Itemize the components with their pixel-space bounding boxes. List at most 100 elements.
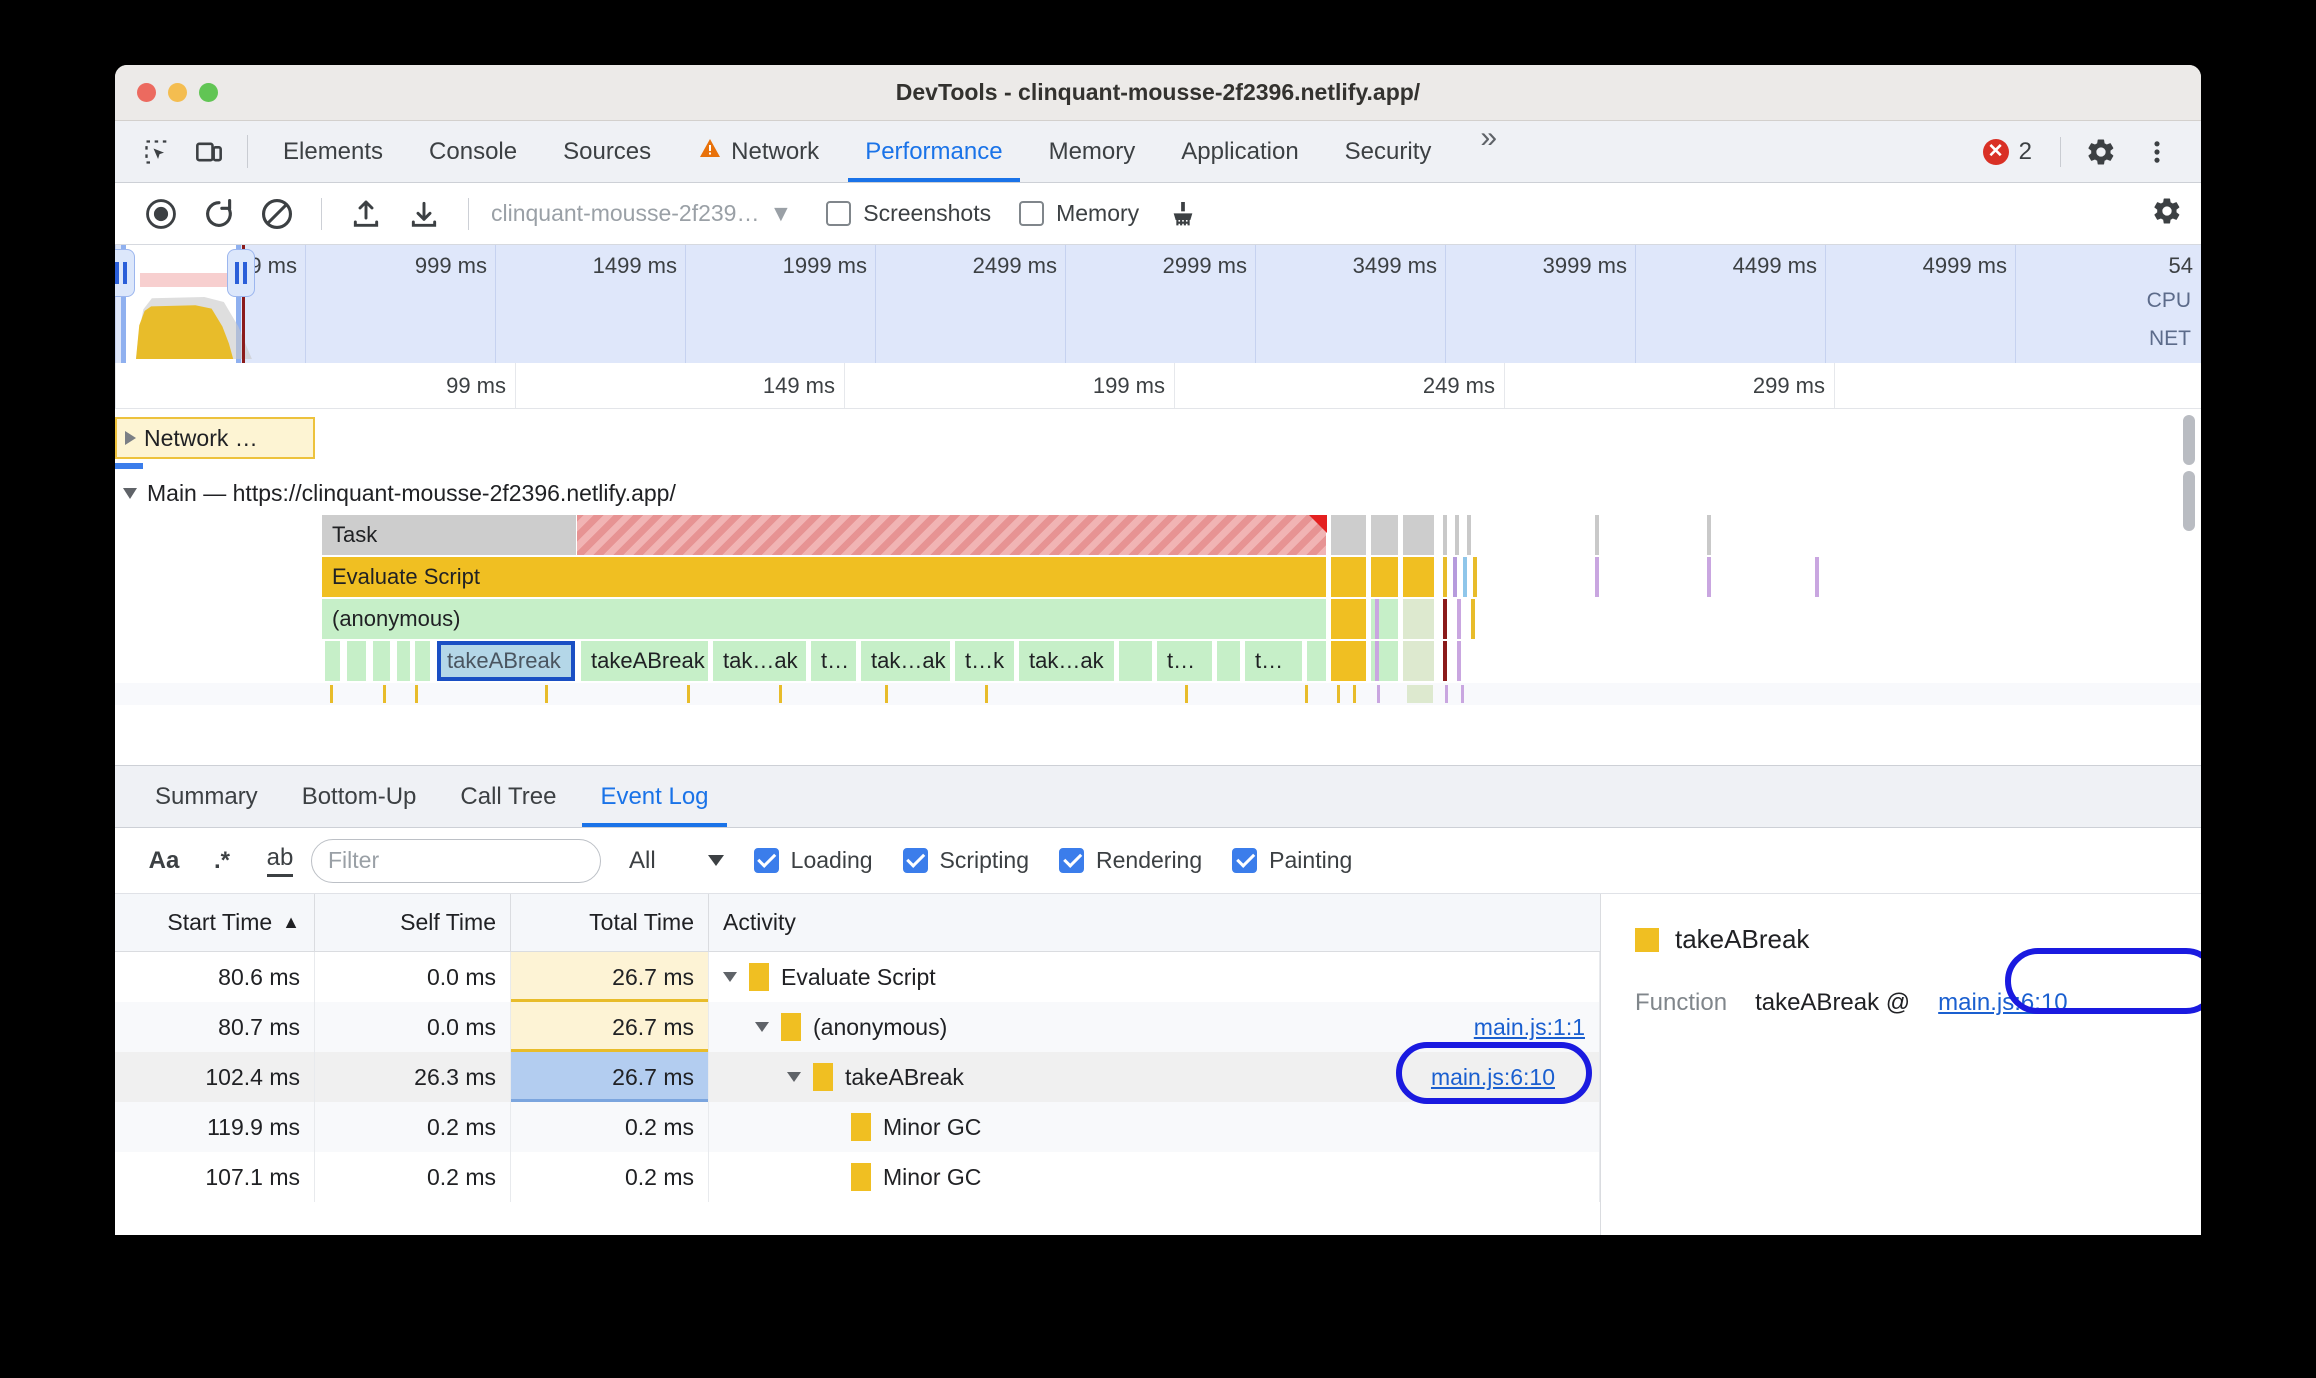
tab-elements[interactable]: Elements <box>260 121 406 182</box>
loading-checkbox[interactable]: Loading <box>753 847 873 874</box>
flame-block[interactable] <box>1331 599 1367 639</box>
tab-label: Security <box>1344 137 1432 165</box>
tab-label: Sources <box>563 137 652 165</box>
flame-block[interactable]: Evaluate Script <box>322 557 1327 597</box>
table-header: Start Time ▲ Self Time Total Time Activi… <box>115 894 1600 952</box>
flame-block[interactable]: Task <box>322 515 577 555</box>
tab-application[interactable]: Application <box>1158 121 1321 182</box>
tab-call-tree[interactable]: Call Tree <box>438 766 578 827</box>
table-row[interactable]: 80.7 ms 0.0 ms 26.7 ms (anonymous) main.… <box>115 1002 1600 1052</box>
network-track-header[interactable]: Network … <box>115 417 315 459</box>
selection-handle-right[interactable] <box>227 249 255 297</box>
column-header-total-time[interactable]: Total Time <box>511 894 709 951</box>
table-row[interactable]: 119.9 ms 0.2 ms 0.2 ms Minor GC <box>115 1102 1600 1152</box>
memory-checkbox[interactable]: Memory <box>1019 200 1139 227</box>
flame-block[interactable]: takeABreak <box>581 641 709 681</box>
flame-block[interactable] <box>325 641 341 681</box>
chevron-down-icon[interactable] <box>787 1072 801 1082</box>
flame-block[interactable] <box>1403 641 1435 681</box>
tab-console[interactable]: Console <box>406 121 540 182</box>
flame-block[interactable] <box>1403 599 1435 639</box>
chevron-down-icon[interactable] <box>755 1022 769 1032</box>
flame-block[interactable] <box>1371 515 1399 555</box>
gear-icon[interactable] <box>2075 126 2127 178</box>
more-tabs-icon[interactable]: » <box>1454 121 1519 182</box>
flame-block-selected-takeabreak[interactable]: takeABreak <box>437 641 575 681</box>
tab-event-log[interactable]: Event Log <box>578 766 730 827</box>
clear-recording-button[interactable] <box>249 186 305 242</box>
main-track-header[interactable]: Main — https://clinquant-mousse-2f2396.n… <box>115 463 2201 515</box>
flame-block[interactable]: tak…ak <box>713 641 807 681</box>
flame-block[interactable]: (anonymous) <box>322 599 1327 639</box>
error-count-badge[interactable]: ✕ 2 <box>1969 138 2046 166</box>
flame-block[interactable] <box>1403 515 1435 555</box>
flame-chart[interactable]: Network … Main — https://clinquant-mouss… <box>115 409 2201 765</box>
whole-word-icon[interactable]: ab <box>253 837 307 885</box>
capture-settings-button[interactable] <box>2151 195 2201 232</box>
flame-block[interactable] <box>397 641 411 681</box>
flame-block[interactable] <box>373 641 391 681</box>
flame-block[interactable] <box>347 641 367 681</box>
flame-block[interactable]: tak…ak <box>1019 641 1115 681</box>
source-link[interactable]: main.js:6:10 <box>1431 1064 1555 1091</box>
tab-memory[interactable]: Memory <box>1026 121 1159 182</box>
source-link[interactable]: main.js:1:1 <box>1474 1014 1585 1041</box>
inspect-element-icon[interactable] <box>131 121 183 182</box>
flame-scrollbar-top[interactable] <box>2183 415 2195 465</box>
selection-handle-left[interactable] <box>115 249 135 297</box>
flame-block-long-task[interactable] <box>577 515 1327 555</box>
painting-checkbox[interactable]: Painting <box>1232 847 1352 874</box>
duration-filter-select[interactable]: All <box>629 847 724 875</box>
flame-block[interactable] <box>1331 515 1367 555</box>
record-button[interactable] <box>133 186 189 242</box>
category-swatch <box>1635 927 1659 952</box>
table-row-selected[interactable]: 102.4 ms 26.3 ms 26.7 ms takeABreak main… <box>115 1042 1600 1104</box>
flame-block[interactable] <box>1371 557 1399 597</box>
flame-block[interactable] <box>1119 641 1153 681</box>
tab-bottom-up[interactable]: Bottom-Up <box>280 766 439 827</box>
details-source-link[interactable]: main.js:6:10 <box>1938 989 2067 1017</box>
collect-garbage-icon[interactable] <box>1155 186 1211 242</box>
device-toolbar-icon[interactable] <box>183 121 235 182</box>
flame-block[interactable]: t… <box>1157 641 1213 681</box>
reload-and-record-button[interactable] <box>191 186 247 242</box>
flame-block[interactable] <box>1307 641 1327 681</box>
flame-block[interactable] <box>415 641 431 681</box>
match-case-icon[interactable]: Aa <box>137 837 191 885</box>
scripting-checkbox[interactable]: Scripting <box>902 847 1029 874</box>
flame-block[interactable]: t… <box>1245 641 1303 681</box>
tab-security[interactable]: Security <box>1322 121 1455 182</box>
column-header-start-time[interactable]: Start Time ▲ <box>115 894 315 951</box>
event-log-filterbar: Aa .* ab All Loading Scripting Rendering <box>115 828 2201 894</box>
kebab-menu-icon[interactable] <box>2131 126 2183 178</box>
rendering-checkbox[interactable]: Rendering <box>1059 847 1202 874</box>
details-function-key: Function <box>1635 989 1728 1016</box>
timeline-overview[interactable]: 499 ms 999 ms 1499 ms 1999 ms 2499 ms 29… <box>115 245 2201 363</box>
flame-block[interactable] <box>1331 641 1367 681</box>
flame-block[interactable] <box>1217 641 1241 681</box>
regex-icon[interactable]: .* <box>195 837 249 885</box>
tab-sources[interactable]: Sources <box>540 121 674 182</box>
flame-block[interactable] <box>1331 557 1367 597</box>
save-profile-icon[interactable] <box>396 186 452 242</box>
tab-network[interactable]: Network <box>674 121 842 182</box>
tab-performance[interactable]: Performance <box>842 121 1025 182</box>
screenshots-checkbox[interactable]: Screenshots <box>826 200 991 227</box>
chevron-down-icon[interactable] <box>723 972 737 982</box>
flame-block[interactable]: t… <box>811 641 857 681</box>
load-profile-icon[interactable] <box>338 186 394 242</box>
column-header-self-time[interactable]: Self Time <box>315 894 511 951</box>
session-select[interactable]: clinquant-mousse-2f239… ▼ <box>485 200 798 227</box>
flame-block[interactable]: tak…ak <box>861 641 951 681</box>
column-header-activity[interactable]: Activity <box>709 894 1600 951</box>
filter-input[interactable] <box>311 838 601 883</box>
flame-block[interactable] <box>1403 557 1435 597</box>
devtools-window: DevTools - clinquant-mousse-2f2396.netli… <box>115 65 2201 1235</box>
overview-selection-window[interactable] <box>121 245 252 363</box>
checkbox-box <box>753 848 779 873</box>
table-row[interactable]: 80.6 ms 0.0 ms 26.7 ms Evaluate Script <box>115 952 1600 1002</box>
flame-block[interactable]: t…k <box>955 641 1015 681</box>
tab-summary[interactable]: Summary <box>133 766 280 827</box>
table-row[interactable]: 107.1 ms 0.2 ms 0.2 ms Minor GC <box>115 1152 1600 1202</box>
flame-scrollbar[interactable] <box>2183 471 2195 531</box>
